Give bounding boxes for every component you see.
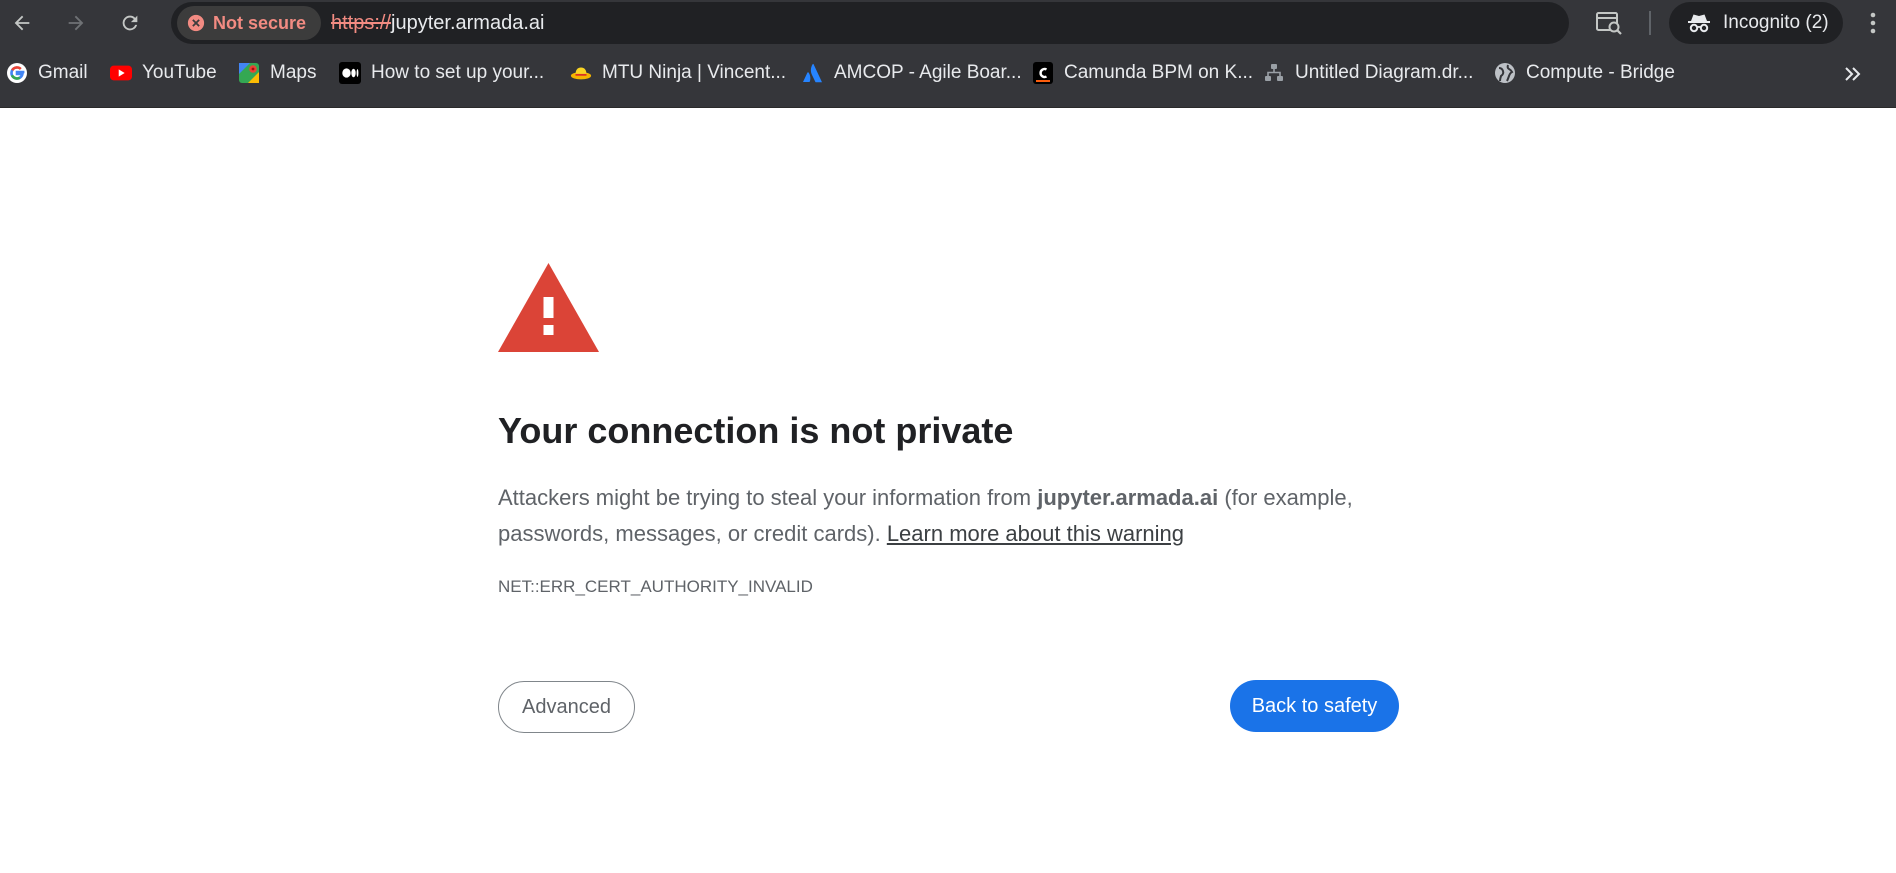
description-domain: jupyter.armada.ai xyxy=(1037,485,1219,510)
bookmark-label: Compute - Bridge xyxy=(1526,62,1675,83)
description-text: Attackers might be trying to steal your … xyxy=(498,485,1038,510)
back-to-safety-button[interactable]: Back to safety xyxy=(1230,680,1399,732)
bookmark-label: YouTube xyxy=(142,62,217,83)
arrow-right-icon xyxy=(68,15,84,31)
url-text[interactable]: https://jupyter.armada.ai xyxy=(331,12,544,35)
security-chip[interactable]: Not secure xyxy=(177,6,322,40)
medium-icon xyxy=(339,62,361,84)
camunda-icon xyxy=(1032,62,1054,84)
warning-description: Attackers might be trying to steal your … xyxy=(498,480,1398,552)
bookmark-label: AMCOP - Agile Boar... xyxy=(834,62,1022,83)
tab-search-icon[interactable] xyxy=(1594,8,1624,38)
reload-button[interactable] xyxy=(114,7,146,39)
forward-button[interactable] xyxy=(60,7,92,39)
bookmark-mtu-ninja[interactable]: MTU Ninja | Vincent... xyxy=(570,59,786,87)
bookmark-maps[interactable]: Maps xyxy=(238,59,316,87)
bookmark-compute-bridge[interactable]: Compute - Bridge xyxy=(1494,59,1675,87)
back-button[interactable] xyxy=(6,7,38,39)
globe-icon xyxy=(1494,62,1516,84)
warning-triangle-icon xyxy=(498,263,599,352)
google-icon xyxy=(6,62,28,84)
bookmark-youtube[interactable]: YouTube xyxy=(110,59,217,87)
bookmarks-bar: Gmail YouTube Maps How to set up your...… xyxy=(0,46,1896,108)
atlassian-icon xyxy=(802,62,824,84)
double-chevron-right-icon[interactable] xyxy=(1841,62,1865,86)
bookmark-label: Camunda BPM on K... xyxy=(1064,62,1254,83)
url-scheme: https:// xyxy=(331,12,392,34)
advanced-button[interactable]: Advanced xyxy=(498,681,635,733)
bookmark-label: Maps xyxy=(270,62,317,83)
bookmark-label: MTU Ninja | Vincent... xyxy=(602,62,787,83)
diagram-icon xyxy=(1263,62,1285,84)
incognito-label: Incognito (2) xyxy=(1723,12,1829,33)
browser-toolbar: Not secure https://jupyter.armada.ai Inc… xyxy=(0,0,1896,46)
incognito-button[interactable]: Incognito (2) xyxy=(1669,2,1843,44)
learn-more-link[interactable]: Learn more about this warning xyxy=(887,521,1184,546)
bookmark-amcop[interactable]: AMCOP - Agile Boar... xyxy=(802,59,1022,87)
bookmark-label: How to set up your... xyxy=(371,62,545,83)
bookmark-gmail[interactable]: Gmail xyxy=(6,59,88,87)
toolbar-divider xyxy=(1649,11,1651,35)
error-circle-icon xyxy=(187,14,205,32)
youtube-icon xyxy=(110,62,132,84)
url-host: jupyter.armada.ai xyxy=(391,12,545,34)
hat-icon xyxy=(570,62,592,84)
bookmark-label: Gmail xyxy=(38,62,88,83)
error-code: NET::ERR_CERT_AUTHORITY_INVALID xyxy=(498,577,813,596)
reload-icon xyxy=(122,15,138,31)
bookmark-medium[interactable]: How to set up your... xyxy=(339,59,544,87)
kebab-menu-icon[interactable] xyxy=(1858,7,1888,39)
page-title: Your connection is not private xyxy=(498,410,1014,451)
maps-icon xyxy=(238,62,260,84)
bookmark-label: Untitled Diagram.dr... xyxy=(1295,62,1474,83)
bookmark-untitled-diagram[interactable]: Untitled Diagram.dr... xyxy=(1263,59,1473,87)
incognito-icon xyxy=(1688,14,1710,33)
arrow-left-icon xyxy=(14,15,30,31)
security-chip-label: Not secure xyxy=(213,12,307,33)
address-bar[interactable]: Not secure https://jupyter.armada.ai xyxy=(171,2,1710,44)
bookmark-camunda[interactable]: Camunda BPM on K... xyxy=(1032,59,1253,87)
